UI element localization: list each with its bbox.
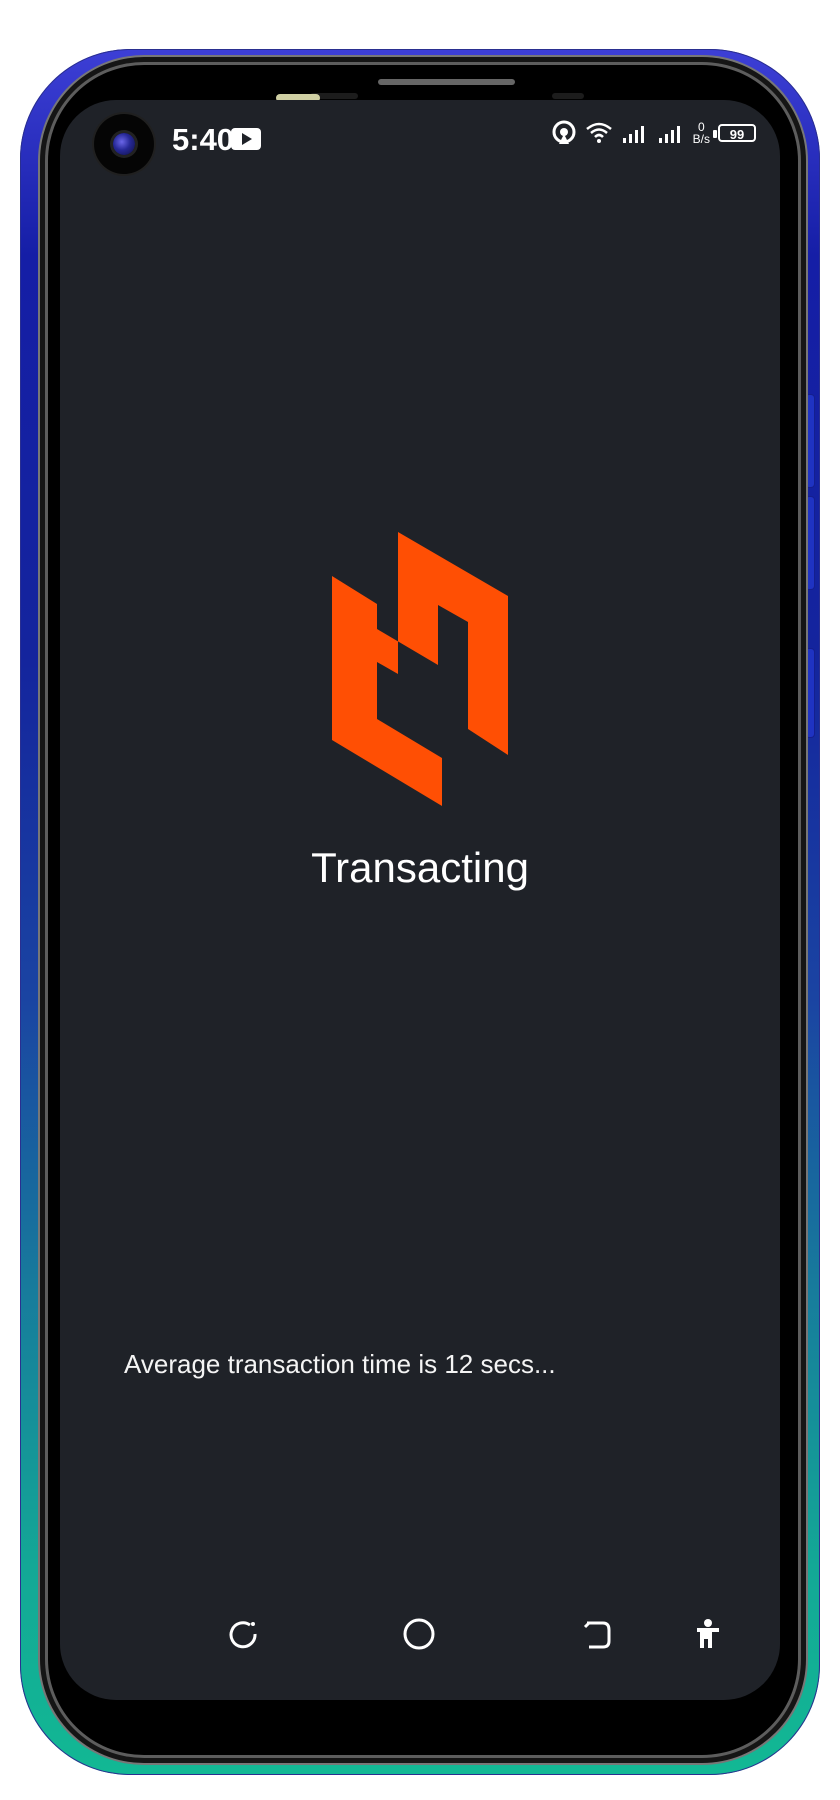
status-icons: 0 B/s 99 bbox=[551, 120, 756, 146]
app-screen: 5:40 0 B/s 99 Transacting Average transa… bbox=[60, 100, 780, 1700]
navigation-bar bbox=[60, 1609, 780, 1659]
recents-icon bbox=[229, 1621, 257, 1649]
transaction-title: Transacting bbox=[311, 844, 529, 891]
volume-up-button bbox=[806, 395, 814, 487]
recents-button[interactable] bbox=[218, 1609, 268, 1659]
network-speed: 0 B/s bbox=[693, 121, 710, 145]
front-sensor-right bbox=[552, 93, 584, 99]
cell-signal-1-icon bbox=[622, 126, 644, 143]
status-time: 5:40 bbox=[172, 122, 235, 157]
network-speed-unit: B/s bbox=[692, 132, 710, 146]
accessibility-button[interactable] bbox=[683, 1609, 733, 1659]
home-button[interactable] bbox=[394, 1609, 444, 1659]
battery-level: 99 bbox=[729, 127, 745, 142]
back-icon bbox=[583, 1621, 611, 1649]
transaction-time-notice: Average transaction time is 12 secs... bbox=[124, 1349, 556, 1379]
status-bar: 5:40 0 B/s 99 bbox=[60, 100, 780, 190]
volume-down-button bbox=[806, 497, 814, 589]
logo-mark-icon bbox=[332, 532, 508, 806]
wifi-icon bbox=[585, 122, 612, 143]
cell-signal-2-icon bbox=[658, 126, 680, 143]
battery-indicator: 99 bbox=[713, 124, 756, 142]
brand-logo bbox=[332, 532, 508, 806]
earpiece-grille bbox=[378, 79, 515, 85]
youtube-icon bbox=[231, 128, 261, 150]
back-button[interactable] bbox=[571, 1609, 621, 1659]
accessibility-icon bbox=[697, 1619, 719, 1648]
hotspot-icon bbox=[552, 120, 576, 144]
power-button bbox=[806, 649, 814, 737]
front-camera bbox=[94, 114, 154, 174]
home-icon bbox=[403, 1618, 435, 1650]
